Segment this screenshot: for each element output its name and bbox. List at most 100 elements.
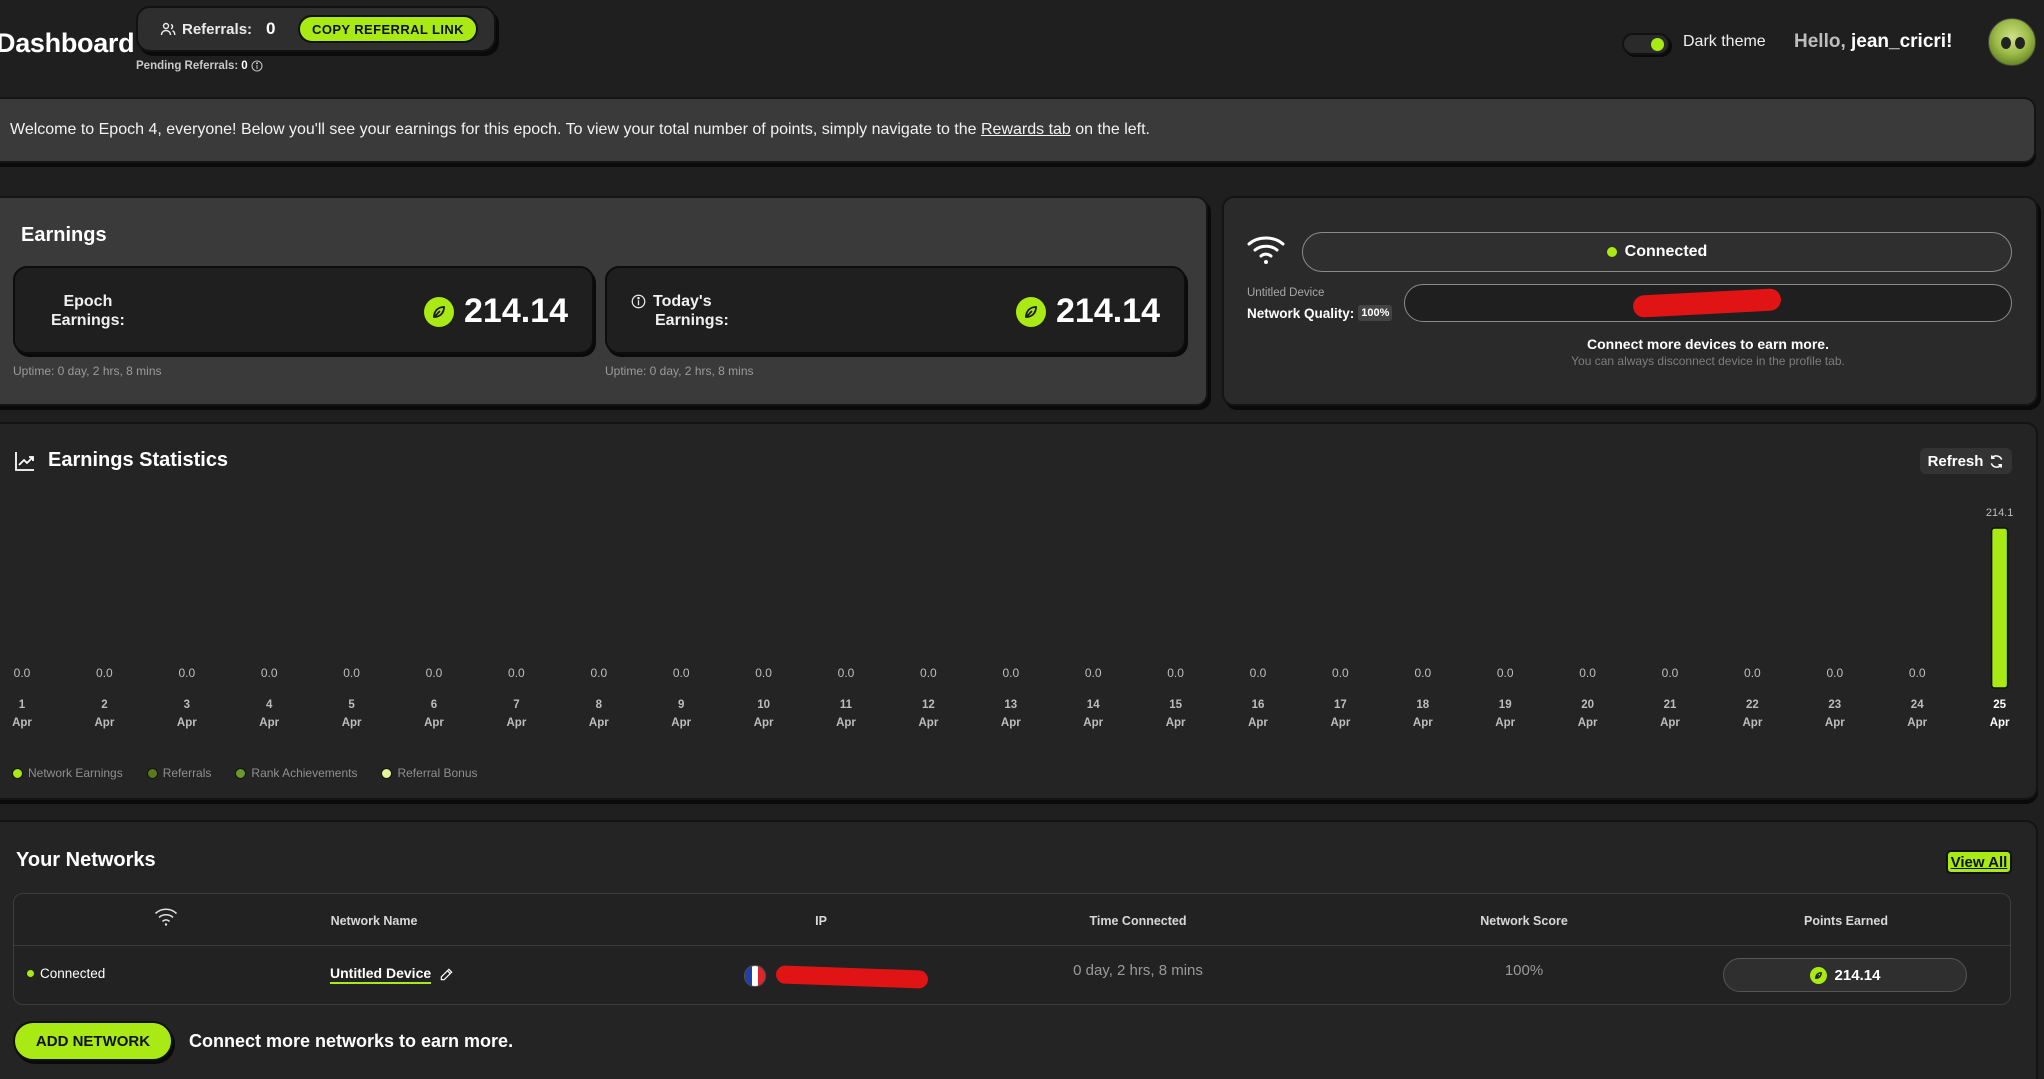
today-uptime: Uptime: 0 day, 2 hrs, 8 mins xyxy=(605,364,754,378)
column-header-time-connected[interactable]: Time Connected xyxy=(1089,914,1186,928)
column-header-ip[interactable]: IP xyxy=(815,914,827,928)
todays-earnings-number: 214.14 xyxy=(1056,292,1160,330)
status-dot xyxy=(27,970,34,977)
status-dot xyxy=(1606,247,1617,257)
chart-tick-label-day: 6 xyxy=(431,699,437,711)
chart-data-label: 0.0 xyxy=(1662,666,1679,680)
chart-tick-label-day: 22 xyxy=(1746,699,1759,711)
chart-tick-label-day: 13 xyxy=(1004,699,1017,711)
chart-tick-label-month: Apr xyxy=(1495,717,1515,729)
column-header-network-score[interactable]: Network Score xyxy=(1480,914,1568,928)
connect-more-devices: Connect more devices to earn more. xyxy=(1587,336,1829,352)
refresh-label: Refresh xyxy=(1927,452,1984,470)
chart-tick-label-day: 4 xyxy=(266,699,273,711)
chart-data-label: 0.0 xyxy=(1744,666,1761,680)
info-icon[interactable] xyxy=(251,60,263,72)
points-leaf-icon xyxy=(1809,966,1827,984)
network-quality-value: 100% xyxy=(1358,305,1393,321)
edit-pencil-icon[interactable] xyxy=(439,967,454,982)
avatar-eye xyxy=(2015,37,2025,49)
pending-referrals-label: Pending Referrals: xyxy=(136,60,239,72)
chart-data-label: 0.0 xyxy=(508,666,525,680)
networks-table: Network Name IP Time Connected Network S… xyxy=(13,893,2011,1005)
disconnect-hint: You can always disconnect device in the … xyxy=(1571,354,1845,368)
info-icon[interactable] xyxy=(631,294,646,309)
chart-tick-label-month: Apr xyxy=(918,717,938,729)
announcement-banner: Welcome to Epoch 4, everyone! Below you'… xyxy=(0,97,2036,163)
epoch-earnings-label: Epoch Earnings: xyxy=(51,292,125,330)
chart-tick-label-month: Apr xyxy=(177,717,197,729)
todays-earnings-card: Today's Earnings: 214.14 xyxy=(605,266,1186,354)
username: jean_cricri! xyxy=(1851,31,1953,52)
legend-item[interactable]: Referral Bonus xyxy=(381,766,478,780)
legend-item[interactable]: Network Earnings xyxy=(12,766,123,780)
wifi-icon xyxy=(1247,236,1285,264)
chart-data-label: 214.1 xyxy=(1986,507,2014,519)
chart-tick-label-month: Apr xyxy=(1330,717,1350,729)
chart-tick-label-month: Apr xyxy=(506,717,526,729)
announcement-text-after: on the left. xyxy=(1075,121,1150,138)
chart-tick-label-day: 16 xyxy=(1252,699,1265,711)
france-flag-icon xyxy=(744,965,766,987)
chart-bar[interactable] xyxy=(1990,527,2009,689)
dark-theme-toggle[interactable] xyxy=(1622,33,1670,55)
add-network-button[interactable]: ADD NETWORK xyxy=(13,1021,173,1061)
page-title: Dashboard xyxy=(0,28,135,58)
row-status-text: Connected xyxy=(40,966,106,981)
row-network-name: Untitled Device xyxy=(330,965,454,984)
chart-tick-label-month: Apr xyxy=(589,717,609,729)
chart-tick-label-month: Apr xyxy=(1742,717,1762,729)
chart-tick-label-month: Apr xyxy=(1825,717,1845,729)
earnings-title: Earnings xyxy=(21,224,107,246)
chart-data-label: 0.0 xyxy=(1167,666,1184,680)
epoch-label-line1: Epoch xyxy=(63,293,113,310)
epoch-earnings-card: Epoch Earnings: 214.14 xyxy=(13,266,594,354)
legend-item[interactable]: Referrals xyxy=(146,766,212,780)
chart-tick-label-day: 15 xyxy=(1169,699,1182,711)
pending-referrals: Pending Referrals: 0 xyxy=(136,60,263,72)
chart-tick-label-day: 24 xyxy=(1911,699,1924,711)
chart-tick-label-day: 12 xyxy=(922,699,935,711)
legend-label: Rank Achievements xyxy=(251,766,358,780)
your-networks-title: Your Networks xyxy=(16,849,156,871)
chart-data-label: 0.0 xyxy=(1002,666,1019,680)
chart-tick-label-day: 9 xyxy=(678,699,684,711)
epoch-label-line2: Earnings: xyxy=(51,312,125,329)
refresh-button[interactable]: Refresh xyxy=(1920,448,2012,474)
device-ip-pill xyxy=(1404,284,2012,322)
chart-tick-label-day: 20 xyxy=(1581,699,1594,711)
legend-item[interactable]: Rank Achievements xyxy=(235,766,357,780)
earnings-bar-chart: 0.0 1 Apr 0.0 2 Apr 0.0 3 Apr 0.0 4 Apr 0.0 5 Apr 0.0 6 A… xyxy=(12,507,2014,729)
column-header-network-name[interactable]: Network Name xyxy=(331,914,418,928)
greeting-hello: Hello, xyxy=(1794,31,1846,52)
chart-tick-label-month: Apr xyxy=(1990,717,2010,729)
chart-tick-label-day: 10 xyxy=(757,699,770,711)
chart-tick-label-month: Apr xyxy=(424,717,444,729)
chart-data-label: 0.0 xyxy=(1332,666,1349,680)
chart-data-label: 0.0 xyxy=(178,666,195,680)
chart-tick-label-day: 18 xyxy=(1416,699,1429,711)
network-name-link[interactable]: Untitled Device xyxy=(330,965,432,984)
chart-tick-label-month: Apr xyxy=(836,717,856,729)
refresh-icon xyxy=(1991,454,2003,468)
row-points-value: 214.14 xyxy=(1834,966,1881,984)
chart-tick-label-month: Apr xyxy=(12,717,32,729)
todays-earnings-value: 214.14 xyxy=(1016,292,1160,331)
avatar[interactable] xyxy=(1988,18,2036,66)
legend-swatch xyxy=(381,767,393,779)
referral-box: Referrals: 0 COPY REFERRAL LINK xyxy=(136,6,496,52)
view-all-button[interactable]: View All xyxy=(1946,850,2012,874)
rewards-tab-link[interactable]: Rewards tab xyxy=(981,121,1071,138)
chart-data-label: 0.0 xyxy=(343,666,360,680)
chart-tick-label-month: Apr xyxy=(1166,717,1186,729)
chart-tick-label-day: 11 xyxy=(840,699,853,711)
row-status: Connected xyxy=(27,966,105,981)
earnings-statistics-title: Earnings Statistics xyxy=(48,449,229,471)
chart-data-label: 0.0 xyxy=(1414,666,1431,680)
column-header-points-earned[interactable]: Points Earned xyxy=(1804,914,1888,928)
legend-label: Referrals xyxy=(162,766,212,780)
redaction-mark xyxy=(775,965,929,989)
legend-swatch xyxy=(146,767,158,779)
copy-referral-link-button[interactable]: COPY REFERRAL LINK xyxy=(298,15,478,43)
chart-data-label: 0.0 xyxy=(1250,666,1267,680)
